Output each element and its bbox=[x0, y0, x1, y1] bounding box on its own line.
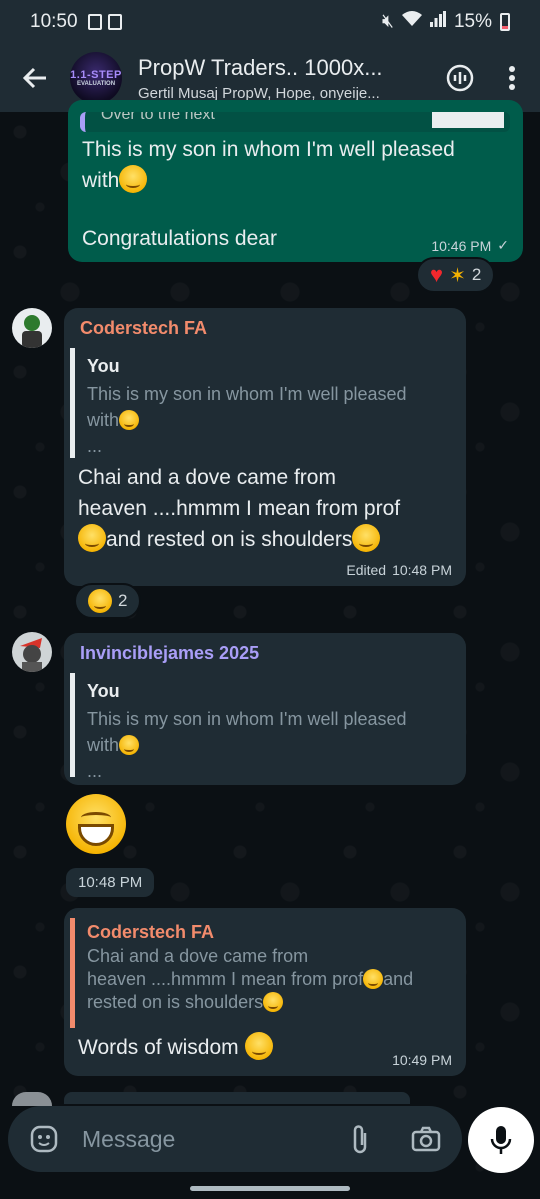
message-time: 10:46 PM bbox=[431, 237, 492, 254]
hand-over-mouth-emoji-icon bbox=[352, 524, 381, 552]
quote-sender: Coderstech FA bbox=[87, 922, 215, 942]
notification-icon bbox=[107, 14, 122, 30]
reaction-pill[interactable]: 2 bbox=[74, 583, 142, 619]
mute-icon: 🔇︎ bbox=[381, 11, 394, 32]
microphone-button[interactable] bbox=[468, 1107, 534, 1173]
avatar[interactable] bbox=[12, 308, 52, 348]
grin-emoji-icon bbox=[78, 524, 106, 552]
quoted-message[interactable]: You This is my son in whom I'm well plea… bbox=[70, 673, 450, 781]
quoted-message[interactable]: Coderstech FA Chai and a dove came from … bbox=[70, 918, 455, 1028]
avatar bbox=[12, 1092, 52, 1106]
reaction-count: 2 bbox=[118, 591, 128, 610]
chat-title-area[interactable]: PropW Traders.. 1000x... Gertil Musaj Pr… bbox=[138, 55, 418, 102]
message-input[interactable]: Message bbox=[82, 1126, 338, 1153]
quote-sender: You bbox=[87, 681, 120, 701]
voice-chat-icon[interactable] bbox=[436, 54, 484, 102]
back-arrow-icon[interactable] bbox=[0, 44, 70, 112]
message-text: Congratulations dear bbox=[82, 227, 277, 250]
more-options-icon[interactable] bbox=[488, 54, 536, 102]
battery-percent: 15% bbox=[453, 11, 492, 32]
message-bubble-incoming[interactable]: Coderstech FA You This is my son in whom… bbox=[64, 308, 466, 586]
smile-emoji-icon bbox=[119, 410, 140, 430]
message-text: Words of wisdom bbox=[78, 1036, 239, 1059]
wifi-icon bbox=[401, 11, 422, 33]
grin-emoji-sticker[interactable] bbox=[66, 794, 126, 854]
message-bubble-incoming[interactable]: Invinciblejames 2025 You This is my son … bbox=[64, 633, 466, 785]
battery-icon bbox=[500, 13, 510, 31]
camera-icon[interactable] bbox=[404, 1117, 448, 1161]
partial-message-bubble bbox=[64, 1092, 410, 1104]
grin-emoji-icon bbox=[244, 1032, 273, 1060]
message-text: Chai and a dove came from heaven ....hmm… bbox=[78, 466, 401, 552]
smile-emoji-icon bbox=[119, 735, 140, 755]
tears-of-joy-emoji-icon bbox=[88, 589, 112, 613]
sender-name: Invinciblejames 2025 bbox=[80, 643, 260, 663]
sender-name: Coderstech FA bbox=[80, 318, 208, 338]
message-time: 10:48 PM bbox=[66, 868, 155, 897]
gallery-icon bbox=[87, 14, 102, 30]
gesture-bar bbox=[190, 1186, 350, 1191]
status-bar: 10:50 🔇︎ 15% bbox=[0, 0, 540, 44]
quote-thumbnail bbox=[432, 112, 504, 128]
status-time: 10:50 bbox=[30, 11, 78, 32]
microphone-icon bbox=[490, 1126, 512, 1154]
chat-subtitle: Gertil Musaj PropW, Hope, onyeije... bbox=[138, 84, 380, 102]
smile-emoji-icon bbox=[119, 165, 148, 193]
heart-icon: ♥ bbox=[430, 262, 444, 287]
hand-over-mouth-emoji-icon bbox=[263, 992, 284, 1012]
message-composer: Message bbox=[8, 1106, 462, 1172]
quote-sender: You bbox=[87, 356, 120, 376]
reaction-count: 2 bbox=[471, 265, 482, 284]
chat-title: PropW Traders.. 1000x... bbox=[138, 54, 383, 80]
group-avatar[interactable]: 1.1-STEP EVALUATION bbox=[70, 52, 122, 104]
party-popper-icon: ✶ bbox=[449, 264, 466, 287]
quote-partial: Over to the next bbox=[80, 112, 510, 132]
sticker-icon[interactable] bbox=[22, 1117, 66, 1161]
edited-label: Edited bbox=[346, 562, 387, 578]
quoted-message[interactable]: You This is my son in whom I'm well plea… bbox=[70, 348, 450, 458]
signal-icon bbox=[429, 11, 446, 33]
message-text: This is my son in whom I'm well pleased bbox=[82, 138, 455, 161]
avatar[interactable] bbox=[12, 632, 52, 672]
message-bubble-incoming[interactable]: Coderstech FA Chai and a dove came from … bbox=[64, 908, 466, 1076]
message-bubble-outgoing[interactable]: Over to the next This is my son in whom … bbox=[68, 100, 523, 262]
message-time: 10:49 PM bbox=[392, 1052, 452, 1068]
check-icon: ✓ bbox=[497, 237, 509, 253]
attach-icon[interactable] bbox=[338, 1117, 382, 1161]
reaction-pill[interactable]: ♥ ✶ 2 bbox=[416, 257, 496, 293]
grin-emoji-icon bbox=[363, 969, 384, 989]
message-time: 10:48 PM bbox=[392, 562, 452, 578]
